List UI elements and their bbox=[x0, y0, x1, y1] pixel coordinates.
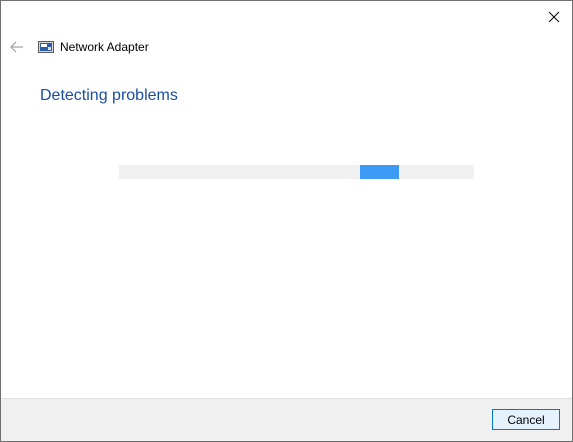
page-heading: Detecting problems bbox=[40, 87, 178, 104]
back-button[interactable] bbox=[7, 37, 27, 57]
troubleshooter-window: Network Adapter Detecting problems Cance… bbox=[0, 0, 573, 442]
close-icon bbox=[548, 11, 560, 22]
network-adapter-icon bbox=[38, 40, 54, 54]
window-header: Network Adapter bbox=[38, 38, 149, 56]
close-button[interactable] bbox=[537, 2, 571, 31]
back-arrow-icon bbox=[10, 41, 23, 53]
cancel-button[interactable]: Cancel bbox=[492, 409, 560, 430]
window-title: Network Adapter bbox=[60, 40, 149, 54]
progress-bar bbox=[119, 165, 474, 179]
progress-bar-chunk bbox=[360, 165, 400, 179]
footer-bar: Cancel bbox=[1, 398, 572, 441]
